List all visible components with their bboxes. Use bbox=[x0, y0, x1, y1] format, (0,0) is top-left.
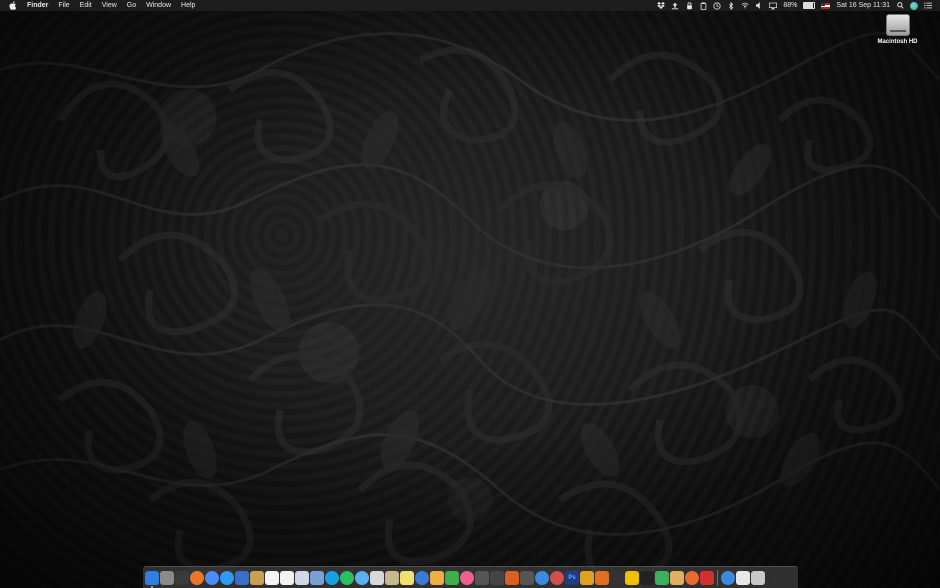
hard-drive-icon bbox=[885, 14, 910, 36]
battery-percent[interactable]: 88% bbox=[783, 2, 797, 9]
desktop-icon-label: Macintosh HD bbox=[877, 39, 918, 45]
dock-separator bbox=[717, 569, 718, 586]
dock-app-terminal[interactable] bbox=[640, 570, 654, 585]
siri-icon[interactable] bbox=[910, 1, 918, 10]
search-icon[interactable] bbox=[896, 2, 904, 10]
notification-center-icon[interactable] bbox=[924, 2, 932, 10]
menu-file[interactable]: File bbox=[58, 2, 69, 9]
dock-app-1password[interactable] bbox=[415, 570, 429, 585]
wifi-icon[interactable] bbox=[741, 2, 749, 10]
dock-app-photoshop[interactable]: Ps bbox=[565, 570, 579, 585]
dock-app-stickies[interactable] bbox=[400, 570, 414, 585]
menu-bar: Finder File Edit View Go Window Help 88%… bbox=[0, 0, 940, 11]
dock-app-whatsapp[interactable] bbox=[340, 570, 354, 585]
dock-app-pages[interactable] bbox=[430, 570, 444, 585]
flag-icon[interactable] bbox=[821, 2, 831, 9]
dock-app-launchpad[interactable] bbox=[160, 570, 174, 585]
dock-trash-icon[interactable] bbox=[751, 570, 765, 585]
dock-app-contacts[interactable] bbox=[385, 570, 399, 585]
dock-app-calendar[interactable] bbox=[280, 570, 294, 585]
dock-app-sublime[interactable] bbox=[595, 570, 609, 585]
dock-app-omnifocus[interactable] bbox=[520, 570, 534, 585]
dock-app-app-store[interactable] bbox=[550, 570, 564, 585]
time-machine-icon[interactable] bbox=[713, 1, 721, 10]
lock-icon[interactable] bbox=[685, 1, 693, 10]
dock-app-activity-monitor[interactable] bbox=[490, 570, 504, 585]
dock-downloads-folder[interactable] bbox=[721, 570, 735, 585]
dock-app-code-editor[interactable] bbox=[610, 570, 624, 585]
menu-view[interactable]: View bbox=[102, 2, 117, 9]
upload-icon[interactable] bbox=[671, 2, 679, 10]
dock-documents-folder[interactable] bbox=[736, 570, 750, 585]
volume-icon[interactable] bbox=[755, 2, 763, 10]
dock-app-finder[interactable] bbox=[145, 570, 159, 588]
dock-app-notebook[interactable] bbox=[250, 570, 264, 585]
clock-datetime[interactable]: Sat 16 Sep 11:31 bbox=[836, 2, 890, 9]
wallpaper-pattern bbox=[0, 31, 940, 584]
bluetooth-icon[interactable] bbox=[727, 1, 735, 10]
dock-app-remote[interactable] bbox=[700, 570, 714, 585]
dock-app-sketch[interactable] bbox=[685, 570, 699, 585]
menu-app-finder[interactable]: Finder bbox=[27, 2, 48, 9]
dock-app-chrome[interactable] bbox=[205, 570, 219, 585]
dock-app-transmit[interactable] bbox=[505, 570, 519, 585]
dock-app-label: Ps bbox=[568, 574, 576, 581]
dock-app-burger[interactable] bbox=[670, 570, 684, 585]
dock-app-preview[interactable] bbox=[235, 570, 249, 585]
desktop-icon-macintosh-hd[interactable]: Macintosh HD bbox=[870, 14, 925, 50]
battery-icon[interactable] bbox=[803, 2, 816, 9]
dock-app-firefox[interactable] bbox=[190, 570, 204, 585]
dock-app-video-editor[interactable] bbox=[475, 570, 489, 585]
dock-app-itunes[interactable] bbox=[460, 570, 474, 585]
clipboard-icon[interactable] bbox=[699, 1, 707, 10]
apple-menu-icon[interactable] bbox=[9, 1, 19, 11]
dock-app-safari[interactable] bbox=[220, 570, 234, 585]
dock-app-mail[interactable] bbox=[370, 570, 384, 585]
dock-app-cyberduck[interactable] bbox=[625, 570, 639, 585]
dock-app-messages[interactable] bbox=[355, 570, 369, 585]
dock-app-notes[interactable] bbox=[265, 570, 279, 585]
menu-help[interactable]: Help bbox=[181, 2, 195, 9]
dock-app-skype[interactable] bbox=[325, 570, 339, 585]
dock: Ps bbox=[143, 566, 798, 588]
dropbox-icon[interactable] bbox=[657, 2, 666, 10]
desktop-wallpaper bbox=[0, 0, 940, 588]
menu-window[interactable]: Window bbox=[146, 2, 171, 9]
dock-app-pencil[interactable] bbox=[580, 570, 594, 585]
dock-app-privacy[interactable] bbox=[535, 570, 549, 585]
menu-extras: 88% Sat 16 Sep 11:31 bbox=[657, 1, 940, 10]
dock-app-reminders[interactable] bbox=[310, 570, 324, 585]
dock-app-numbers[interactable] bbox=[445, 570, 459, 585]
dock-app-photos[interactable] bbox=[295, 570, 309, 585]
running-indicator bbox=[151, 585, 153, 588]
dock-app-android-studio[interactable] bbox=[655, 570, 669, 585]
menu-go[interactable]: Go bbox=[127, 2, 136, 9]
menu-edit[interactable]: Edit bbox=[80, 2, 92, 9]
airplay-icon[interactable] bbox=[769, 2, 778, 10]
dock-app-mission-control[interactable] bbox=[175, 570, 189, 585]
